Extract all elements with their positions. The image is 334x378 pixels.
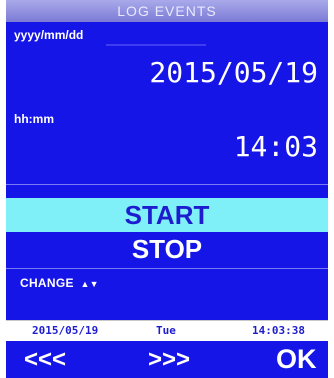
back-button[interactable]: <<< [24,341,66,378]
up-down-arrows-icon: ▲▼ [80,279,99,289]
option-stop[interactable]: STOP [6,232,328,266]
option-start[interactable]: START [6,198,328,232]
screen-title: LOG EVENTS [6,0,328,22]
status-time: 14:03:38 [252,324,305,337]
change-hint: CHANGE ▲▼ [20,276,99,290]
options-divider [6,268,328,269]
ok-button[interactable]: OK [276,341,317,378]
device-screen: LOG EVENTS yyyy/mm/dd 2015/05/19 hh:mm 1… [6,0,328,378]
forward-button[interactable]: >>> [148,341,190,378]
time-value[interactable]: 14:03 [234,130,318,163]
section-divider [6,184,328,185]
date-format-label: yyyy/mm/dd [14,28,84,42]
time-format-label: hh:mm [14,112,54,126]
status-bar: 2015/05/19 Tue 14:03:38 [6,320,328,341]
status-date: 2015/05/19 [32,324,99,337]
date-separator [106,44,206,46]
change-label: CHANGE [20,276,74,290]
date-value[interactable]: 2015/05/19 [149,56,318,89]
navigation-bar: <<< >>> OK [6,341,328,378]
status-day: Tue [156,324,176,337]
